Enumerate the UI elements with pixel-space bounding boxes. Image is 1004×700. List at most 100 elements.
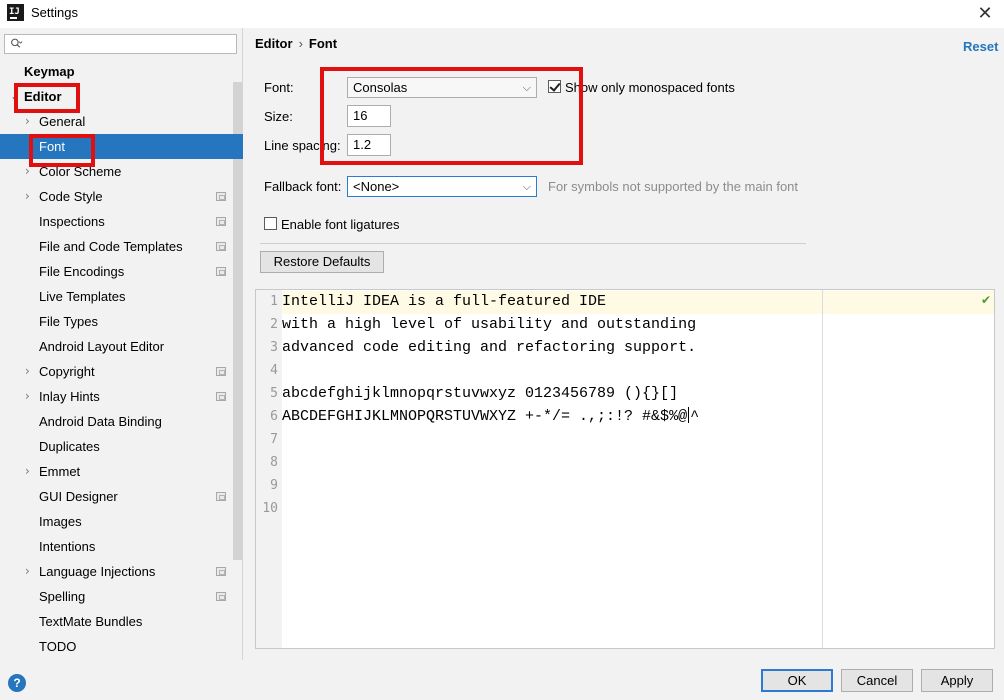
- font-preview-editor[interactable]: ✔ 1 IntelliJ IDEA is a full-featured IDE 2…: [255, 289, 995, 649]
- fallback-font-dropdown[interactable]: <None> ⌵: [347, 176, 537, 197]
- sidebar-item-label: Duplicates: [39, 439, 100, 454]
- sidebar-item-label: Images: [39, 514, 82, 529]
- right-margin-guide: [822, 290, 823, 648]
- ok-button[interactable]: OK: [761, 669, 833, 692]
- sidebar-item-label: Keymap: [24, 64, 75, 79]
- preview-code-line: advanced code editing and refactoring su…: [282, 339, 697, 356]
- sidebar-item-label: Android Data Binding: [39, 414, 162, 429]
- line-number: 6: [270, 409, 278, 424]
- project-settings-icon: [216, 567, 226, 576]
- sidebar-item-inlay-hints[interactable]: › Inlay Hints: [0, 384, 243, 409]
- code-text-before-caret: ABCDEFGHIJKLMNOPQRSTUVWXYZ +-*/= .,;:!? …: [282, 408, 688, 425]
- restore-defaults-button[interactable]: Restore Defaults: [260, 251, 384, 273]
- chevron-right-icon[interactable]: ›: [25, 384, 30, 409]
- line-number: 7: [270, 432, 278, 447]
- settings-search-input[interactable]: [4, 34, 237, 54]
- preview-code-line: IntelliJ IDEA is a full-featured IDE: [282, 293, 607, 310]
- line-number: 3: [270, 340, 278, 355]
- annotation-box-font-settings: [320, 67, 583, 165]
- sidebar-item-file-and-code-templates[interactable]: File and Code Templates: [0, 234, 243, 259]
- line-number: 4: [270, 363, 278, 378]
- chevron-right-icon[interactable]: ›: [25, 459, 30, 484]
- sidebar-item-label: Emmet: [39, 464, 81, 479]
- sidebar-item-todo[interactable]: TODO: [0, 634, 243, 659]
- sidebar-item-android-data-binding[interactable]: Android Data Binding: [0, 409, 243, 434]
- sidebar-item-label: File Encodings: [39, 264, 125, 279]
- line-number: 5: [270, 386, 278, 401]
- sidebar-item-label: File Types: [39, 314, 99, 329]
- project-settings-icon: [216, 592, 226, 601]
- breadcrumb-editor[interactable]: Editor: [255, 36, 293, 51]
- help-icon[interactable]: ?: [8, 674, 26, 692]
- cancel-button[interactable]: Cancel: [841, 669, 913, 692]
- sidebar-item-label: Live Templates: [39, 289, 126, 304]
- sidebar-item-inspections[interactable]: Inspections: [0, 209, 243, 234]
- ligatures-label[interactable]: Enable font ligatures: [281, 217, 400, 232]
- sidebar-item-language-injections[interactable]: › Language Injections: [0, 559, 243, 584]
- sidebar-item-spelling[interactable]: Spelling: [0, 584, 243, 609]
- sidebar-item-label: Inspections: [39, 214, 105, 229]
- line-number: 10: [262, 501, 278, 516]
- sidebar-item-label: Copyright: [39, 364, 95, 379]
- breadcrumb: Editor › Font: [255, 36, 337, 51]
- annotation-box-editor: [14, 83, 80, 113]
- chevron-right-icon[interactable]: ›: [25, 184, 30, 209]
- sidebar-item-emmet[interactable]: › Emmet: [0, 459, 243, 484]
- monospaced-label[interactable]: Show only monospaced fonts: [565, 80, 735, 95]
- sidebar-item-code-style[interactable]: › Code Style: [0, 184, 243, 209]
- ligatures-checkbox[interactable]: [264, 217, 277, 230]
- sidebar-item-label: GUI Designer: [39, 489, 118, 504]
- sidebar-item-live-templates[interactable]: Live Templates: [0, 284, 243, 309]
- sidebar-item-label: Language Injections: [39, 564, 156, 579]
- size-label: Size:: [264, 109, 293, 124]
- search-icon: [11, 38, 23, 48]
- font-label: Font:: [264, 80, 294, 95]
- project-settings-icon: [216, 242, 226, 251]
- inspection-ok-icon[interactable]: ✔: [981, 293, 991, 307]
- sidebar-item-file-types[interactable]: File Types: [0, 309, 243, 334]
- preview-code-line: with a high level of usability and outst…: [282, 316, 697, 333]
- line-number: 1: [270, 294, 278, 309]
- sidebar-item-duplicates[interactable]: Duplicates: [0, 434, 243, 459]
- fallback-font-hint: For symbols not supported by the main fo…: [548, 179, 799, 194]
- preview-code-line: abcdefghijklmnopqrstuvwxyz 0123456789 ()…: [282, 385, 679, 402]
- sidebar-item-label: TextMate Bundles: [39, 614, 143, 629]
- sidebar-item-label: File and Code Templates: [39, 239, 183, 254]
- chevron-down-icon: ⌵: [522, 180, 531, 193]
- sidebar-item-copyright[interactable]: › Copyright: [0, 359, 243, 384]
- reset-link[interactable]: Reset: [963, 39, 998, 54]
- close-icon[interactable]: ✕: [966, 0, 1004, 28]
- code-text-after-caret: ^: [690, 408, 700, 425]
- settings-sidebar: Keymap ⌄ Editor › General Font › Color Scheme › C…: [0, 28, 243, 660]
- title-bar: IJ Settings ✕: [0, 0, 1004, 28]
- sidebar-item-label: Intentions: [39, 539, 96, 554]
- line-number: 8: [270, 455, 278, 470]
- project-settings-icon: [216, 392, 226, 401]
- chevron-right-icon[interactable]: ›: [25, 559, 30, 584]
- annotation-box-font: [29, 134, 95, 167]
- sidebar-item-label: Inlay Hints: [39, 389, 100, 404]
- sidebar-item-label: TODO: [39, 639, 77, 654]
- fallback-font-value: <None>: [353, 179, 400, 194]
- breadcrumb-separator: ›: [298, 36, 303, 51]
- sidebar-item-file-encodings[interactable]: File Encodings: [0, 259, 243, 284]
- sidebar-item-intentions[interactable]: Intentions: [0, 534, 243, 559]
- sidebar-item-keymap[interactable]: Keymap: [0, 59, 243, 84]
- sidebar-item-label: Spelling: [39, 589, 86, 604]
- sidebar-item-android-layout-editor[interactable]: Android Layout Editor: [0, 334, 243, 359]
- intellij-app-icon: IJ: [7, 4, 24, 21]
- window-title: Settings: [31, 5, 78, 20]
- sidebar-item-label: Android Layout Editor: [39, 339, 165, 354]
- project-settings-icon: [216, 492, 226, 501]
- sidebar-item-textmate-bundles[interactable]: TextMate Bundles: [0, 609, 243, 634]
- sidebar-item-label: Code Style: [39, 189, 103, 204]
- project-settings-icon: [216, 192, 226, 201]
- preview-code-line: ABCDEFGHIJKLMNOPQRSTUVWXYZ +-*/= .,;:!? …: [282, 405, 699, 428]
- divider: [260, 243, 806, 244]
- sidebar-item-images[interactable]: Images: [0, 509, 243, 534]
- text-caret: [688, 407, 690, 423]
- apply-button[interactable]: Apply: [921, 669, 993, 692]
- line-number: 2: [270, 317, 278, 332]
- sidebar-item-gui-designer[interactable]: GUI Designer: [0, 484, 243, 509]
- chevron-right-icon[interactable]: ›: [25, 359, 30, 384]
